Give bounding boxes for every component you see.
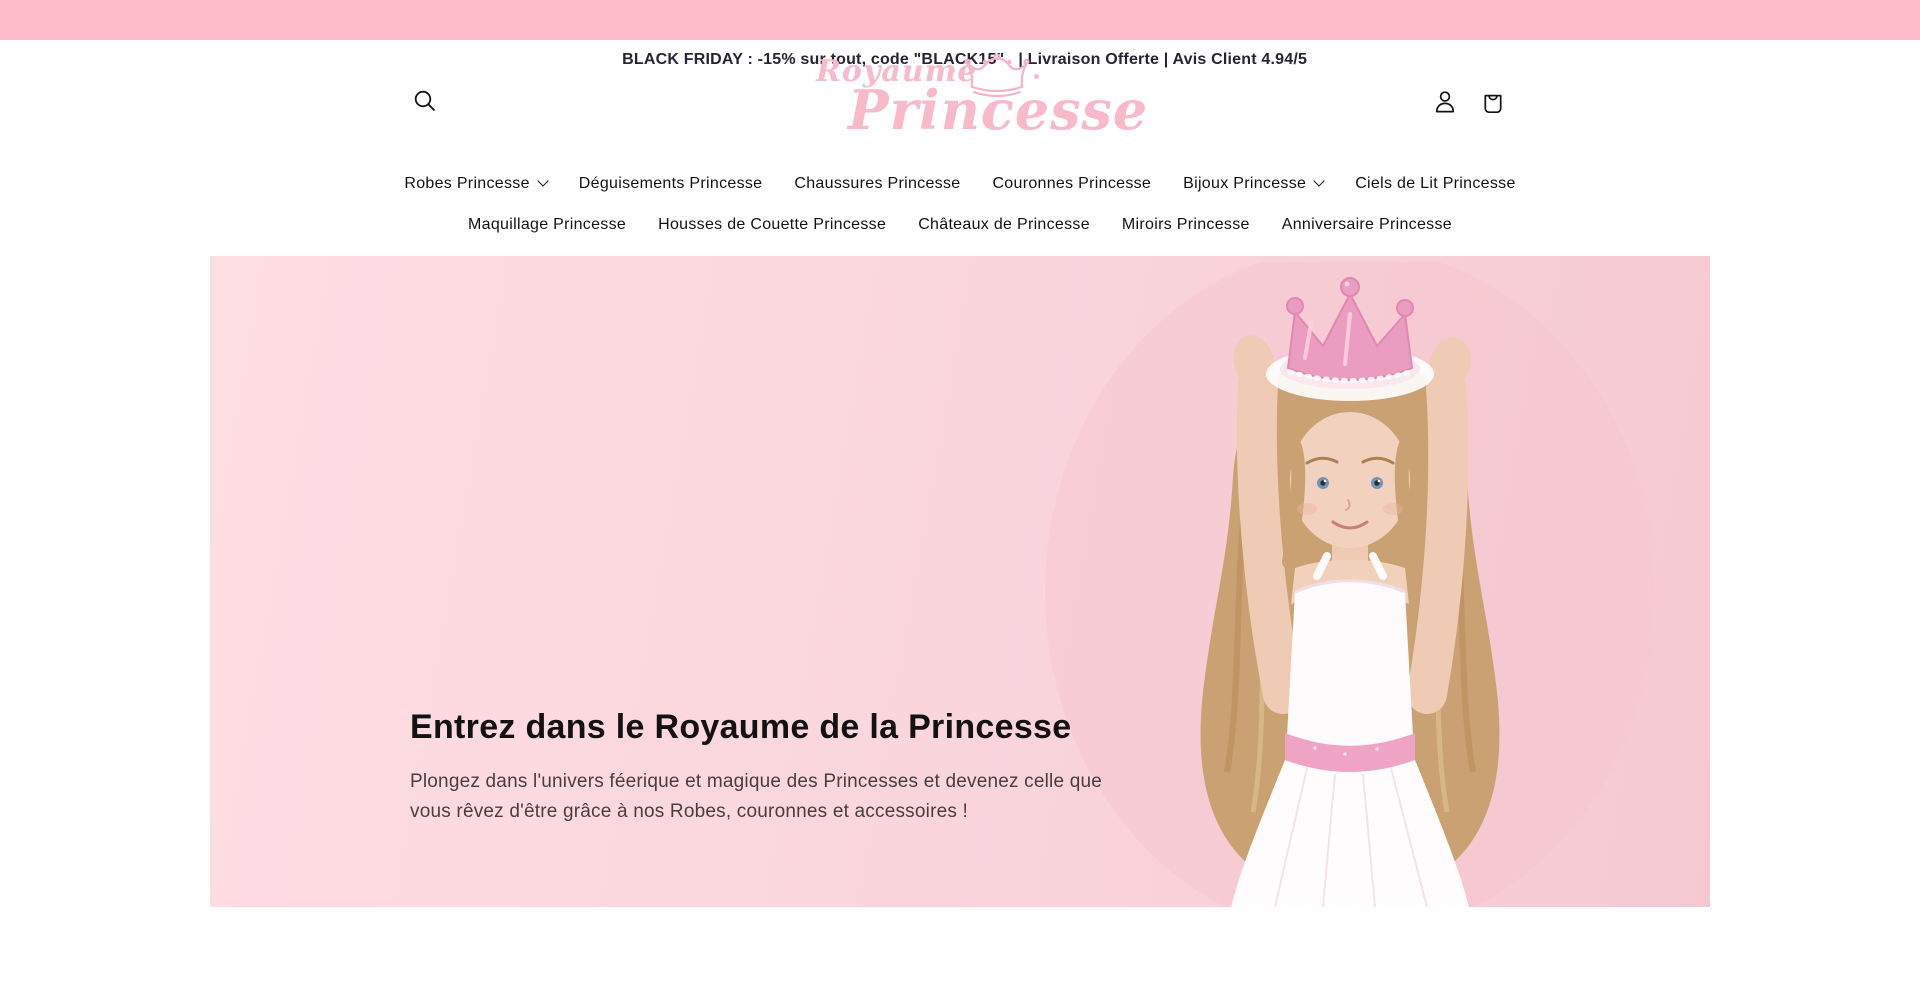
nav-list-item: Housses de Couette Princesse [642, 212, 902, 237]
site-header: Royaume Princesse [0, 40, 1920, 256]
nav-item-couronnes-princesse[interactable]: Couronnes Princesse [976, 171, 1167, 196]
hero-subtitle: Plongez dans l'univers féerique et magiq… [410, 767, 1110, 827]
crown-doodle-icon [962, 54, 1032, 102]
nav-row-secondary: Maquillage Princesse Housses de Couette P… [0, 212, 1920, 237]
cart-bag-icon [1478, 87, 1508, 117]
nav-list-item: Bijoux Princesse [1167, 171, 1339, 196]
nav-item-bijoux-princesse[interactable]: Bijoux Princesse [1167, 171, 1339, 196]
nav-item-label: Chaussures Princesse [794, 175, 960, 193]
nav-item-chateaux-de-princesse[interactable]: Châteaux de Princesse [902, 212, 1106, 237]
nav-row-primary: Robes Princesse Déguisements Princesse Cha… [0, 171, 1920, 196]
nav-item-maquillage-princesse[interactable]: Maquillage Princesse [452, 212, 642, 237]
nav-item-label: Bijoux Princesse [1183, 175, 1306, 193]
store-logo[interactable]: Royaume Princesse [810, 52, 1110, 156]
nav-list-item: Ciels de Lit Princesse [1339, 171, 1531, 196]
logo-sparkle-dot [950, 68, 955, 73]
nav-list-item: Maquillage Princesse [452, 212, 642, 237]
announcement-bar: BLACK FRIDAY : -15% sur tout, code "BLAC… [0, 0, 1920, 40]
chevron-down-icon [1314, 175, 1325, 186]
nav-item-label: Robes Princesse [404, 175, 529, 193]
nav-list-item: Anniversaire Princesse [1266, 212, 1468, 237]
chevron-down-icon [537, 175, 548, 186]
nav-list-item: Miroirs Princesse [1106, 212, 1266, 237]
hero-title: Entrez dans le Royaume de la Princesse [410, 708, 1170, 747]
nav-item-miroirs-princesse[interactable]: Miroirs Princesse [1106, 212, 1266, 237]
nav-item-housses-de-couette-princesse[interactable]: Housses de Couette Princesse [642, 212, 902, 237]
nav-item-chaussures-princesse[interactable]: Chaussures Princesse [778, 171, 976, 196]
account-icon [1430, 87, 1460, 117]
nav-item-robes-princesse[interactable]: Robes Princesse [388, 171, 562, 196]
nav-item-label: Châteaux de Princesse [918, 216, 1090, 234]
nav-list-item: Robes Princesse [388, 171, 562, 196]
cart-button[interactable] [1478, 86, 1510, 118]
search-icon [410, 87, 440, 117]
nav-item-label: Anniversaire Princesse [1282, 216, 1452, 234]
nav-item-anniversaire-princesse[interactable]: Anniversaire Princesse [1266, 212, 1468, 237]
search-button[interactable] [410, 86, 442, 118]
account-button[interactable] [1430, 86, 1462, 118]
nav-item-label: Déguisements Princesse [579, 175, 763, 193]
nav-list-item: Déguisements Princesse [563, 171, 779, 196]
nav-item-ciels-de-lit-princesse[interactable]: Ciels de Lit Princesse [1339, 171, 1531, 196]
nav-item-label: Couronnes Princesse [992, 175, 1151, 193]
nav-list-item: Couronnes Princesse [976, 171, 1167, 196]
nav-item-label: Ciels de Lit Princesse [1355, 175, 1515, 193]
logo-sparkle-dot [1034, 74, 1039, 79]
main-navigation: Robes Princesse Déguisements Princesse Cha… [0, 162, 1920, 256]
nav-item-label: Miroirs Princesse [1122, 216, 1250, 234]
hero-banner: Entrez dans le Royaume de la Princesse P… [210, 256, 1710, 907]
nav-item-label: Housses de Couette Princesse [658, 216, 886, 234]
nav-list-item: Châteaux de Princesse [902, 212, 1106, 237]
nav-item-label: Maquillage Princesse [468, 216, 626, 234]
nav-item-deguisements-princesse[interactable]: Déguisements Princesse [563, 171, 779, 196]
nav-list-item: Chaussures Princesse [778, 171, 976, 196]
